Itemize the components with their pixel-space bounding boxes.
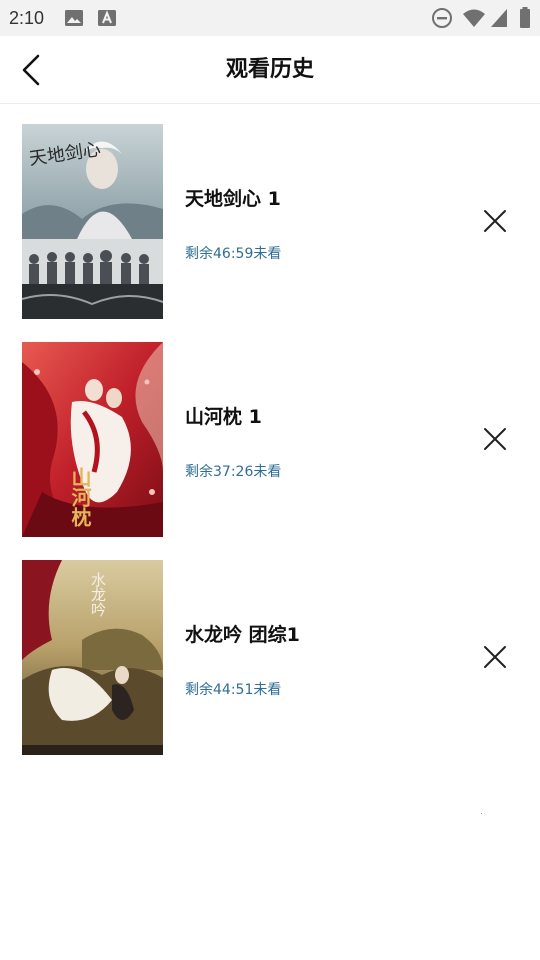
poster-image[interactable]: 水龙吟 [22,560,163,755]
a-text-icon [97,9,117,27]
delete-button[interactable] [482,426,508,452]
status-bar: 2:10 [0,0,540,36]
remaining-time: 剩余46:59未看 [185,246,282,262]
status-time: 2:10 [9,8,45,28]
divider-dot [481,813,482,814]
remaining-time: 剩余44:51未看 [185,682,282,698]
do-not-disturb-icon [431,7,453,29]
poster-image[interactable]: 山河枕 [22,342,163,537]
signal-icon [490,8,508,28]
item-title: 天地剑心 1 [185,188,281,210]
close-icon [484,428,506,450]
gallery-icon [64,9,84,27]
history-item[interactable]: 山河枕 山河枕 1 剩余37:26未看 [0,342,540,538]
page-title: 观看历史 [225,57,314,82]
header: 观看历史 [0,36,540,104]
close-icon [484,646,506,668]
delete-button[interactable] [482,644,508,670]
history-item[interactable]: 天地剑心 天地剑心 1 剩余46:59未看 [0,124,540,320]
battery-icon [519,7,531,29]
poster-image[interactable]: 天地剑心 [22,124,163,319]
history-item[interactable]: 水龙吟 水龙吟 团综1 剩余44:51未看 [0,560,540,756]
wifi-icon [462,8,486,28]
item-title: 水龙吟 团综1 [185,624,300,646]
close-icon [484,210,506,232]
poster-title-text: 山河枕 [68,467,92,528]
remaining-time: 剩余37:26未看 [185,464,282,480]
delete-button[interactable] [482,208,508,234]
item-title: 山河枕 1 [185,406,262,428]
poster-title-text: 水龙吟 [89,572,107,617]
